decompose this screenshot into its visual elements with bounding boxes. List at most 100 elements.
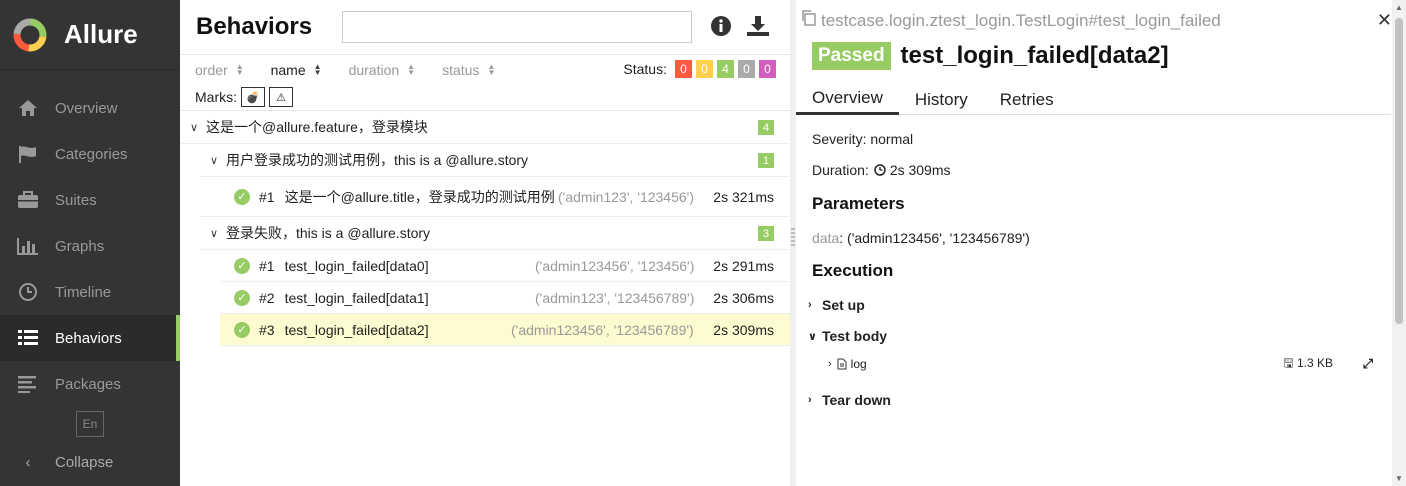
attachment-row[interactable]: › log 🖫 1.3 KB ⤢ xyxy=(828,356,1373,372)
collapse-label: Collapse xyxy=(55,453,114,471)
status-count-broken[interactable]: 0 xyxy=(696,60,713,78)
sort-bar: order ▲ ▼ name ▲ ▼ duration ▲ ▼ status ▲ ▼ Statu… xyxy=(180,55,790,84)
case-number: #2 xyxy=(259,289,275,306)
step-setup[interactable]: › Set up xyxy=(808,297,865,313)
brand[interactable]: Allure xyxy=(0,0,180,70)
sidebar-item-timeline[interactable]: Timeline xyxy=(0,269,180,315)
language-switch[interactable]: En xyxy=(76,411,104,437)
parameter-value: : ('admin123456', '123456789') xyxy=(839,230,1030,246)
case-params: ('admin123', '123456789') xyxy=(535,289,695,306)
new-failed-mark-button[interactable]: ⚠ xyxy=(269,87,293,107)
count-badge: 3 xyxy=(758,226,774,241)
case-name: test_login_failed[data2] xyxy=(284,321,429,338)
status-count-skipped[interactable]: 0 xyxy=(738,60,755,78)
test-case-row[interactable]: ✓ #1 test_login_failed[data0] ('admin123… xyxy=(220,250,790,282)
case-name: 这是一个@allure.title，登录成功的测试用例 xyxy=(284,188,555,205)
sort-label: duration xyxy=(348,61,400,78)
bar-chart-icon xyxy=(17,235,39,257)
scroll-down-icon[interactable]: ▼ xyxy=(1395,474,1403,483)
test-case-row[interactable]: ✓ #1 这是一个@allure.title，登录成功的测试用例 ('admin… xyxy=(200,177,790,217)
tree-group-story[interactable]: ∨ 用户登录成功的测试用例，this is a @allure.story 1 xyxy=(200,144,790,177)
sort-status[interactable]: status ▲ ▼ xyxy=(442,62,495,78)
expand-icon[interactable]: ⤢ xyxy=(1363,356,1373,372)
collapse-button[interactable]: ‹ Collapse xyxy=(17,448,114,476)
copy-icon[interactable] xyxy=(801,10,817,31)
sort-arrows-icon: ▲ ▼ xyxy=(235,61,244,77)
status-filter: Status: 0 0 4 0 0 xyxy=(623,60,776,78)
step-test-body[interactable]: ∨ Test body xyxy=(808,328,887,344)
case-number: #1 xyxy=(259,188,275,205)
case-duration: 2s 306ms xyxy=(713,289,774,306)
step-label: Test body xyxy=(822,328,888,344)
close-icon[interactable]: ✕ xyxy=(1377,10,1392,31)
info-icon[interactable] xyxy=(710,15,732,40)
tree-group-story[interactable]: ∨ 登录失败，this is a @allure.story 3 xyxy=(200,217,790,250)
chevron-right-icon: › xyxy=(828,358,832,370)
sidebar-item-overview[interactable]: Overview xyxy=(0,85,180,131)
status-count-passed[interactable]: 4 xyxy=(717,60,734,78)
sidebar-item-label: Behaviors xyxy=(55,329,122,347)
breadcrumb[interactable]: testcase.login.ztest_login.TestLogin#tes… xyxy=(801,10,1221,31)
execution-heading: Execution xyxy=(812,261,894,280)
tree-group-feature[interactable]: ∨ 这是一个@allure.feature，登录模块 4 xyxy=(180,111,790,144)
file-icon xyxy=(837,358,847,370)
tab-retries[interactable]: Retries xyxy=(984,84,1070,115)
flaky-mark-button[interactable]: 💣 xyxy=(241,87,265,107)
briefcase-icon xyxy=(17,189,39,211)
case-params: ('admin123456', '123456789') xyxy=(511,321,694,338)
scroll-up-icon[interactable]: ▲ xyxy=(1395,3,1403,12)
step-label: Tear down xyxy=(822,392,891,408)
case-duration: 2s 321ms xyxy=(713,188,774,205)
group-label: 这是一个@allure.feature，登录模块 xyxy=(206,119,428,135)
sort-label: status xyxy=(442,61,480,78)
save-icon: 🖫 xyxy=(1283,355,1294,370)
attachment-size-value: 1.3 KB xyxy=(1296,355,1333,370)
sort-label: name xyxy=(270,61,306,78)
chevron-down-icon: ∨ xyxy=(808,330,817,343)
drag-handle-icon xyxy=(791,228,795,248)
download-icon[interactable] xyxy=(746,15,770,40)
align-left-icon xyxy=(17,373,39,395)
tab-history[interactable]: History xyxy=(899,84,984,115)
sidebar-item-behaviors[interactable]: Behaviors xyxy=(0,315,180,361)
home-icon xyxy=(17,97,39,119)
sidebar-item-label: Graphs xyxy=(55,237,105,255)
duration: Duration: 2s 309ms xyxy=(812,162,951,178)
clock-icon xyxy=(17,281,39,303)
behaviors-tree: ∨ 这是一个@allure.feature，登录模块 4 ∨ 用户登录成功的测试… xyxy=(180,111,790,346)
search-input[interactable] xyxy=(342,11,692,43)
case-name: test_login_failed[data1] xyxy=(284,289,429,306)
duration-label: Duration: xyxy=(812,162,869,178)
sidebar-item-suites[interactable]: Suites xyxy=(0,177,180,223)
detail-tabs: Overview History Retries xyxy=(796,84,1391,115)
sort-name[interactable]: name ▲ ▼ xyxy=(271,62,322,78)
sidebar-item-label: Timeline xyxy=(55,283,112,301)
count-badge: 1 xyxy=(758,153,774,168)
test-case-row[interactable]: ✓ #2 test_login_failed[data1] ('admin123… xyxy=(220,282,790,314)
sidebar-item-categories[interactable]: Categories xyxy=(0,131,180,177)
brand-name: Allure xyxy=(64,19,138,49)
sidebar-item-graphs[interactable]: Graphs xyxy=(0,223,180,269)
sort-duration[interactable]: duration ▲ ▼ xyxy=(349,62,416,78)
sort-order[interactable]: order ▲ ▼ xyxy=(195,62,244,78)
test-title: test_login_failed[data2] xyxy=(900,42,1169,69)
tab-overview[interactable]: Overview xyxy=(796,84,899,115)
status-count-failed[interactable]: 0 xyxy=(675,60,692,78)
behaviors-header: Behaviors xyxy=(180,0,790,55)
attachment-name: log xyxy=(850,357,867,371)
parameter-row: data: ('admin123456', '123456789') xyxy=(812,230,1030,246)
case-params: ('admin123456', '123456') xyxy=(535,257,695,274)
sidebar-item-packages[interactable]: Packages xyxy=(0,361,180,407)
test-detail-pane: testcase.login.ztest_login.TestLogin#tes… xyxy=(796,0,1406,486)
step-teardown[interactable]: › Tear down xyxy=(808,392,891,408)
test-case-row-selected[interactable]: ✓ #3 test_login_failed[data2] ('admin123… xyxy=(220,314,790,346)
scrollbar-thumb[interactable] xyxy=(1395,18,1403,324)
case-params: ('admin123', '123456') xyxy=(558,188,695,205)
list-icon xyxy=(17,327,39,349)
case-number: #3 xyxy=(259,321,275,338)
sidebar-item-label: Categories xyxy=(55,145,128,163)
group-label: 登录失败，this is a @allure.story xyxy=(226,225,431,241)
status-count-unknown[interactable]: 0 xyxy=(759,60,776,78)
sort-arrows-icon: ▲ ▼ xyxy=(407,61,416,77)
scrollbar[interactable]: ▲ ▼ xyxy=(1392,0,1406,486)
